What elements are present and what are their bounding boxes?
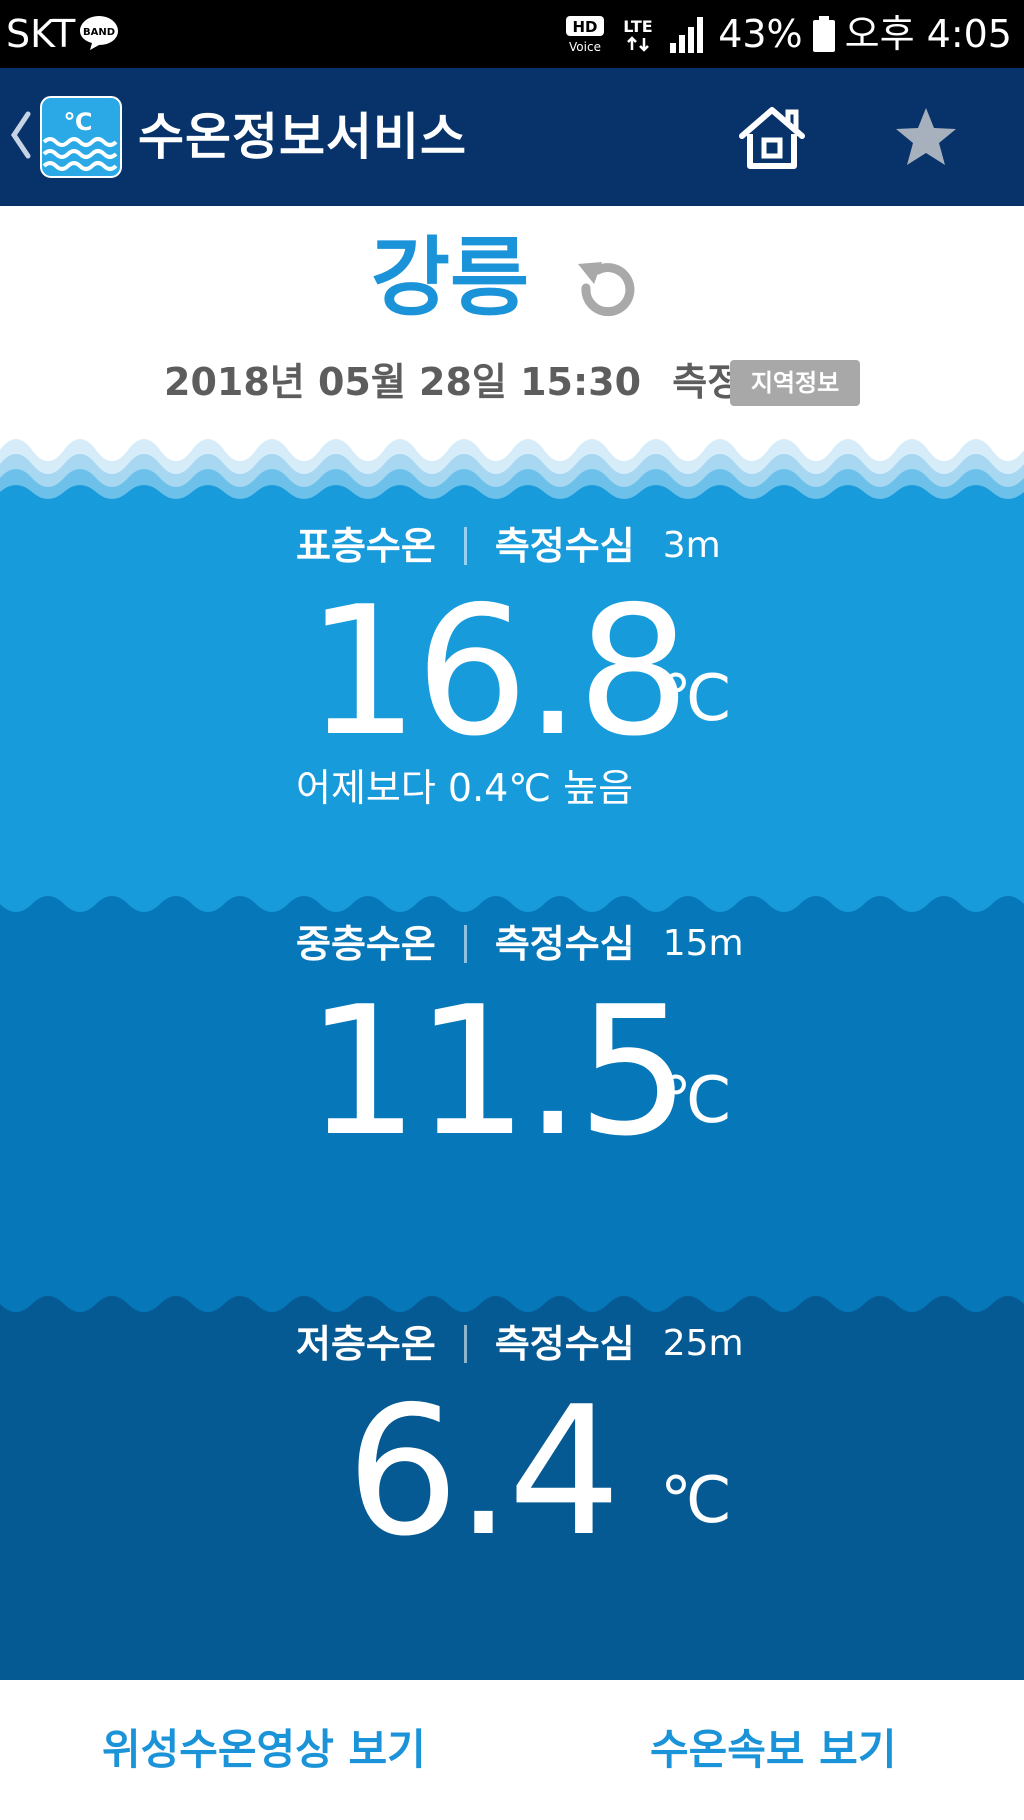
status-icons: HD Voice LTE 43% 오후 4:05: [562, 10, 1012, 58]
depth-value: 3m: [662, 525, 721, 566]
wave-divider: [0, 896, 1024, 920]
network-label: LTE: [623, 17, 652, 36]
label-divider: [463, 1325, 467, 1363]
band-notification-icon: BAND: [80, 16, 118, 50]
layer-name: 표층수온: [296, 524, 436, 568]
lte-icon: LTE: [623, 17, 653, 52]
chevron-left-icon[interactable]: [8, 110, 32, 160]
temperature-unit: ℃: [660, 1064, 732, 1138]
star-icon[interactable]: [892, 104, 960, 172]
layer-name: 중층수온: [296, 922, 436, 966]
middle-layer-label: 중층수온 측정수심 15m: [296, 918, 744, 970]
carrier-name: SKT: [6, 12, 76, 56]
surface-temperature: 16.8: [306, 568, 690, 775]
temperature-alert-link[interactable]: 수온속보 보기: [650, 1720, 896, 1780]
surface-layer-panel: 표층수온 측정수심 3m 16.8 ℃ 어제보다 0.4℃ 높음: [0, 508, 1024, 918]
depth-value: 15m: [662, 923, 744, 964]
battery-percent: 43%: [718, 12, 803, 56]
region-info-button[interactable]: 지역정보: [730, 360, 860, 406]
middle-layer-panel: 중층수온 측정수심 15m 11.5 ℃: [0, 896, 1024, 1318]
measurement-datetime: 2018년 05월 28일 15:30: [164, 360, 642, 404]
logo-unit-text: ℃: [63, 108, 92, 136]
temperature-unit: ℃: [660, 1464, 732, 1538]
depth-title: 측정수심: [494, 524, 635, 568]
middle-temperature: 11.5: [306, 968, 690, 1175]
depth-value: 25m: [662, 1323, 744, 1364]
signal-strength-icon: [670, 17, 704, 53]
temperature-unit: ℃: [660, 662, 732, 736]
surface-layer-label: 표층수온 측정수심 3m: [296, 520, 721, 572]
layer-name: 저층수온: [296, 1322, 436, 1366]
label-divider: [463, 925, 467, 963]
depth-title: 측정수심: [494, 1322, 635, 1366]
hd-label: HD: [573, 18, 598, 36]
location-name: 강릉: [370, 228, 530, 328]
battery-icon: [812, 16, 835, 52]
status-bar: SKT BAND HD Voice LTE 43% 오후 4:05: [0, 0, 1024, 68]
app-bar: ℃ 수온정보서비스: [0, 68, 1024, 206]
compare-yesterday: 어제보다 0.4℃ 높음: [296, 766, 634, 810]
app-logo-icon[interactable]: ℃: [40, 96, 122, 178]
sea-foam-wave: [0, 439, 1024, 510]
bottom-layer-label: 저층수온 측정수심 25m: [296, 1318, 744, 1370]
app-title: 수온정보서비스: [138, 108, 467, 166]
home-icon[interactable]: [736, 104, 808, 172]
satellite-image-link[interactable]: 위성수온영상 보기: [102, 1720, 426, 1780]
depth-title: 측정수심: [494, 922, 635, 966]
bottom-temperature: 6.4: [346, 1368, 621, 1575]
hd-voice-icon: HD Voice: [566, 16, 605, 54]
bottom-layer-panel: 저층수온 측정수심 25m 6.4 ℃: [0, 1296, 1024, 1680]
bottom-link-bar: 위성수온영상 보기 수온속보 보기: [0, 1680, 1024, 1820]
clock-time: 오후 4:05: [844, 12, 1012, 56]
label-divider: [463, 527, 467, 565]
voice-label: Voice: [569, 40, 601, 54]
band-badge-text: BAND: [83, 27, 115, 38]
wave-divider: [0, 1296, 1024, 1320]
measurement-time: 2018년 05월 28일 15:30 측정: [164, 354, 742, 410]
refresh-icon[interactable]: [574, 258, 640, 320]
